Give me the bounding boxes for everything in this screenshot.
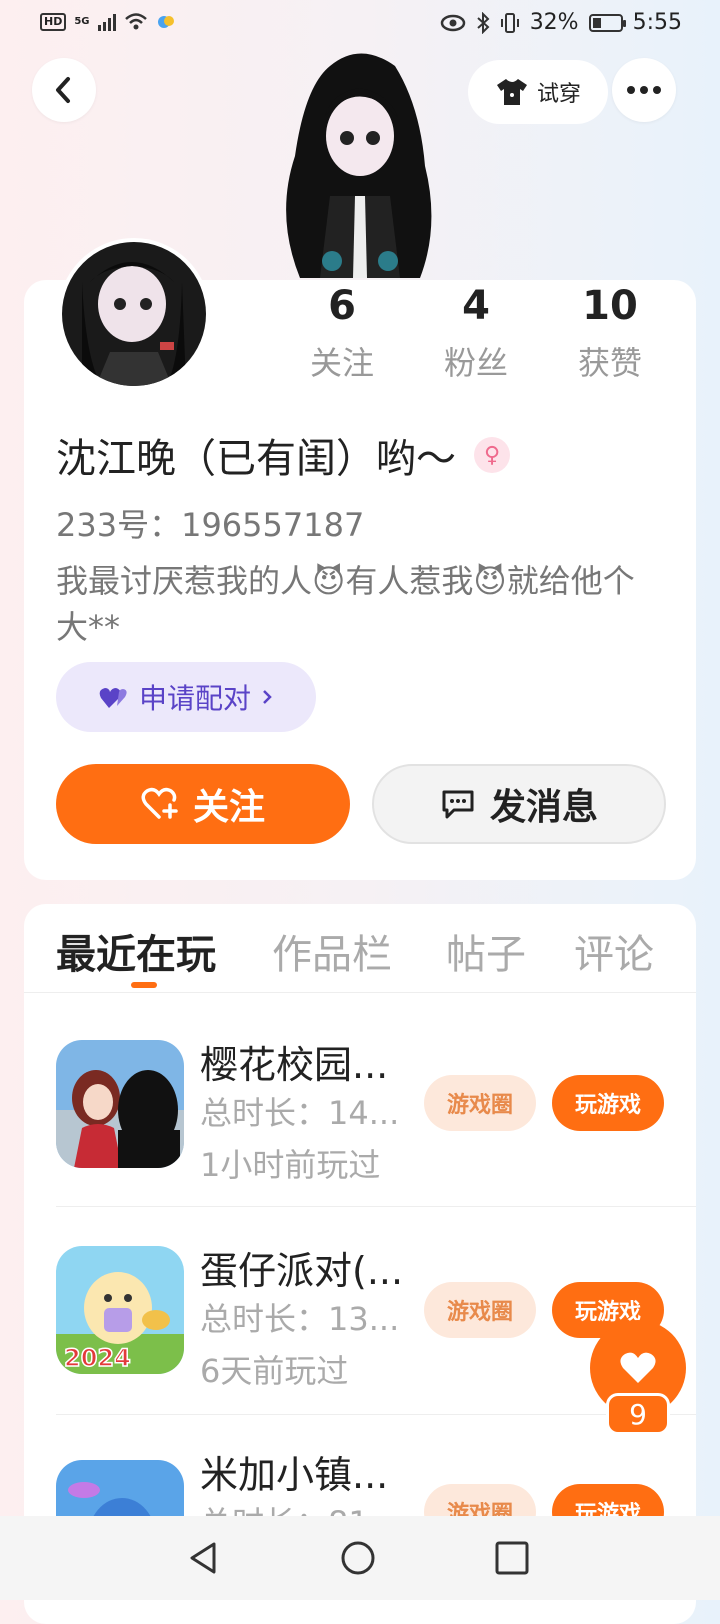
nav-back-icon[interactable]: [186, 1540, 220, 1576]
heart-icon: [620, 1352, 656, 1383]
battery-icon: [588, 13, 626, 32]
game-last-played: 1小时前玩过: [200, 1146, 381, 1184]
stat-value: 10: [582, 283, 638, 329]
game-name: 樱花校园...: [200, 1043, 389, 1087]
eye-icon: [440, 14, 465, 31]
stat-label: 粉丝: [443, 344, 508, 382]
wifi-icon: [124, 13, 147, 30]
vibrate-icon: [500, 12, 519, 33]
apply-pair-button[interactable]: 申请配对: [56, 662, 316, 732]
stat-following[interactable]: 6 关注: [282, 282, 402, 384]
battery-percent: 32%: [529, 10, 579, 35]
try-on-label: 试穿: [536, 82, 581, 107]
play-game-button[interactable]: 玩游戏: [552, 1075, 664, 1131]
game-icon-eggy-party: 2024: [56, 1246, 184, 1374]
divider: [56, 1414, 696, 1415]
pair-label: 申请配对: [138, 682, 251, 715]
nav-recents-icon[interactable]: [494, 1540, 530, 1576]
follow-label: 关注: [192, 787, 265, 828]
network-type: 5G: [74, 16, 90, 27]
back-button[interactable]: [32, 58, 96, 122]
chevron-right-icon: [263, 690, 272, 704]
divider: [56, 1206, 696, 1207]
status-bar: HD 5G 32% 5:55: [0, 0, 720, 48]
female-icon: ♀: [474, 437, 510, 473]
tab-works[interactable]: 作品栏: [272, 922, 392, 980]
more-dots-icon: [627, 86, 661, 94]
stat-label: 获赞: [577, 344, 642, 382]
follow-button[interactable]: 关注: [56, 764, 350, 844]
bio: 我最讨厌惹我的人😈有人惹我😈就给他个大**: [56, 562, 635, 646]
nav-home-icon[interactable]: [340, 1540, 376, 1576]
status-right: 32% 5:55: [440, 10, 682, 35]
chat-bubble-icon: [442, 790, 474, 819]
avatar[interactable]: [58, 238, 210, 390]
stat-likes[interactable]: 10 获赞: [550, 282, 670, 384]
chevron-left-icon: [56, 77, 70, 103]
game-name: 米加小镇...: [200, 1453, 389, 1497]
tab-comments[interactable]: 评论: [574, 922, 654, 980]
game-duration: 总时长：14...: [200, 1094, 400, 1132]
like-count-badge: 9: [606, 1393, 670, 1435]
clock: 5:55: [632, 10, 682, 35]
game-circle-button[interactable]: 游戏圈: [424, 1282, 536, 1338]
tab-recently-played[interactable]: 最近在玩: [56, 922, 216, 980]
system-nav-bar: [0, 1516, 720, 1600]
avatar-image: [62, 242, 206, 386]
tab-posts[interactable]: 帖子: [446, 922, 526, 980]
game-last-played: 6天前玩过: [200, 1352, 349, 1390]
app-notification-icon: [157, 16, 174, 28]
heart-plus-icon: [141, 787, 178, 819]
stat-value: 4: [462, 283, 490, 329]
character-model-image: [286, 53, 432, 278]
tab-indicator: [131, 982, 157, 988]
stat-followers[interactable]: 4 粉丝: [416, 282, 536, 384]
game-name: 蛋仔派对(...: [200, 1249, 404, 1293]
stat-label: 关注: [309, 344, 374, 382]
game-circle-button[interactable]: 游戏圈: [424, 1075, 536, 1131]
try-on-button[interactable]: 试穿: [468, 60, 608, 124]
game-duration: 总时长：13...: [200, 1300, 400, 1338]
stat-value: 6: [328, 283, 356, 329]
divider: [24, 992, 696, 993]
message-label: 发消息: [489, 787, 598, 828]
tshirt-icon: [496, 79, 527, 105]
double-heart-icon: [99, 688, 127, 708]
message-button[interactable]: 发消息: [372, 764, 666, 844]
nickname-row: 沈江晚（已有闺）哟～ ♀: [56, 426, 510, 484]
icon-badge-2024: 2024: [64, 1344, 131, 1372]
more-button[interactable]: [612, 58, 676, 122]
signal-icon: [97, 13, 116, 31]
hd-icon: HD: [40, 13, 67, 31]
user-id: 233号：196557187: [56, 506, 365, 544]
bluetooth-icon: [477, 11, 490, 34]
game-icon-sakura: [56, 1040, 184, 1168]
status-left: HD 5G: [40, 12, 176, 32]
nickname: 沈江晚（已有闺）哟～: [56, 436, 456, 482]
